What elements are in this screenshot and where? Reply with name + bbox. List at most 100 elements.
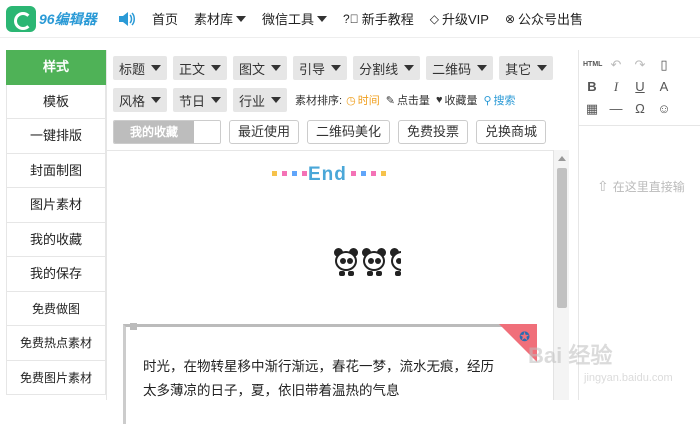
dots-left	[272, 171, 307, 176]
bold-icon[interactable]: B	[583, 78, 601, 96]
recent-button[interactable]: 最近使用	[229, 120, 300, 144]
sidebar-item-saved[interactable]: 我的保存	[6, 257, 106, 292]
link-icon: ⊗	[504, 11, 516, 26]
sidebar-item-favorites[interactable]: 我的收藏	[6, 222, 106, 257]
nav-sell[interactable]: ⊗ 公众号出售	[505, 9, 583, 28]
sort-clicks[interactable]: ✎ 点击量	[386, 92, 430, 108]
filter-other[interactable]: 其它	[499, 56, 554, 80]
text-card-template[interactable]: ✪ 时光，在物转星移中渐行渐远，春花一梦，流水无痕，经历太多薄凉的日子，夏，依旧…	[123, 323, 537, 424]
scroll-up-icon[interactable]	[557, 156, 566, 161]
diamond-icon: ◇	[429, 11, 439, 26]
sidebar: 样式 模板 一键排版 封面制图 图片素材 我的收藏 我的保存 免费做图 免费热点…	[6, 50, 106, 395]
top-nav: 96编辑器 首页 素材库 微信工具 ?⃝ 新手教程 ◇ 升级VIP ⊗ 公众号出售	[0, 0, 700, 38]
dot	[292, 171, 297, 176]
italic-icon[interactable]: I	[607, 78, 625, 96]
dot	[371, 171, 376, 176]
qr-beautify-button[interactable]: 二维码美化	[307, 120, 391, 144]
filter-industry-label: 行业	[239, 93, 266, 109]
toolbar-row-1: HTML ↶ ↷ ▯	[583, 56, 673, 74]
search-icon: ⚲	[483, 94, 492, 107]
sidebar-item-images[interactable]: 图片素材	[6, 188, 106, 223]
chevron-down-icon	[151, 65, 162, 71]
chevron-down-icon	[271, 97, 282, 103]
drop-hint-text: 在这里直接输	[612, 180, 685, 194]
sidebar-item-free-design[interactable]: 免费做图	[6, 291, 106, 326]
exchange-shop-button[interactable]: 兑换商城	[476, 120, 547, 144]
omega-icon[interactable]: Ω	[631, 100, 649, 118]
filter-style-label: 风格	[119, 93, 146, 109]
sidebar-item-cover[interactable]: 封面制图	[6, 153, 106, 188]
dash-icon[interactable]: —	[607, 100, 625, 118]
nav-vip[interactable]: ◇ 升级VIP	[430, 9, 489, 28]
panda-divider[interactable]	[333, 248, 401, 276]
chevron-down-icon	[211, 65, 222, 71]
end-text[interactable]: End	[308, 164, 347, 186]
chevron-down-icon	[236, 15, 247, 22]
chevron-down-icon	[271, 65, 282, 71]
toggle-switch	[194, 121, 220, 143]
free-vote-button[interactable]: 免费投票	[398, 120, 469, 144]
dot	[302, 171, 307, 176]
filter-other-label: 其它	[505, 61, 532, 77]
underline-icon[interactable]: U	[631, 78, 649, 96]
nav-wechat-tools[interactable]: 微信工具	[262, 9, 328, 28]
nav-sell-label: 公众号出售	[518, 12, 584, 27]
nav-tutorial[interactable]: ?⃝ 新手教程	[343, 9, 414, 28]
toolbar-row-2: B I U A	[583, 78, 673, 96]
scroll-thumb[interactable]	[557, 168, 567, 308]
chevron-down-icon	[211, 97, 222, 103]
my-favorites-toggle[interactable]: 我的收藏	[113, 120, 221, 144]
logo[interactable]: 96编辑器	[6, 4, 102, 34]
nav-home[interactable]: 首页	[152, 9, 178, 28]
sidebar-item-hot-materials[interactable]: 免费热点素材	[6, 326, 106, 361]
sidebar-item-free-images[interactable]: 免费图片素材	[6, 360, 106, 395]
filter-title[interactable]: 标题	[113, 56, 168, 80]
chevron-down-icon	[537, 65, 548, 71]
filter-qrcode[interactable]: 二维码	[426, 56, 494, 80]
filter-industry[interactable]: 行业	[233, 88, 288, 112]
filter-holiday-label: 节日	[179, 93, 206, 109]
dot	[282, 171, 287, 176]
html-source-button[interactable]: HTML	[583, 56, 602, 74]
chevron-down-icon	[477, 65, 488, 71]
toolbar-row-3: ▦ — Ω ☺	[583, 100, 673, 118]
sidebar-item-styles[interactable]: 样式	[6, 50, 106, 85]
filter-body[interactable]: 正文	[173, 56, 228, 80]
sort-time[interactable]: ◷ 时间	[346, 92, 380, 108]
table-icon[interactable]: ▦	[583, 100, 601, 118]
search-label: 搜索	[493, 95, 516, 107]
filter-guide[interactable]: 引导	[293, 56, 348, 80]
my-favorites-label: 我的收藏	[114, 121, 194, 143]
redo-icon[interactable]: ↷	[631, 56, 649, 74]
clock-icon: ◷	[346, 94, 356, 107]
filter-style[interactable]: 风格	[113, 88, 168, 112]
nav-wechat-tools-label: 微信工具	[262, 12, 315, 27]
filter-image-text[interactable]: 图文	[233, 56, 288, 80]
filter-divider[interactable]: 分割线	[353, 56, 421, 80]
font-icon[interactable]: A	[655, 78, 673, 96]
document-icon[interactable]: ▯	[655, 56, 673, 74]
sort-favs[interactable]: ♥ 收藏量	[436, 92, 478, 108]
sort-time-label: 时间	[357, 95, 380, 107]
dot	[351, 171, 356, 176]
filter-row-1: 标题 正文 图文 引导 分割线 二维码 其它	[113, 56, 559, 80]
speaker-icon[interactable]	[116, 9, 136, 29]
sidebar-item-templates[interactable]: 模板	[6, 84, 106, 119]
sidebar-item-one-click-layout[interactable]: 一键排版	[6, 119, 106, 154]
filter-holiday[interactable]: 节日	[173, 88, 228, 112]
search-button[interactable]: ⚲ 搜索	[483, 92, 515, 108]
filter-guide-label: 引导	[299, 61, 326, 77]
sort-clicks-label: 点击量	[396, 95, 430, 107]
material-preview: End ✪ 时光，在物转星移中渐行渐远，春花一梦，流水无痕，经历太多薄凉的日子，…	[107, 150, 553, 424]
editor-toolbar: HTML ↶ ↷ ▯ B I U A ▦ — Ω ☺	[579, 50, 700, 126]
chevron-down-icon	[404, 65, 415, 71]
editor-drop-hint[interactable]: ⇧ 在这里直接输	[597, 178, 685, 195]
dots-right	[351, 171, 386, 176]
question-icon: ?⃝	[343, 11, 359, 26]
nav-tutorial-label: 新手教程	[361, 12, 414, 27]
nav-materials[interactable]: 素材库	[194, 9, 247, 28]
filter-qrcode-label: 二维码	[432, 61, 472, 77]
dot	[361, 171, 366, 176]
undo-icon[interactable]: ↶	[607, 56, 625, 74]
emoji-icon[interactable]: ☺	[655, 100, 673, 118]
